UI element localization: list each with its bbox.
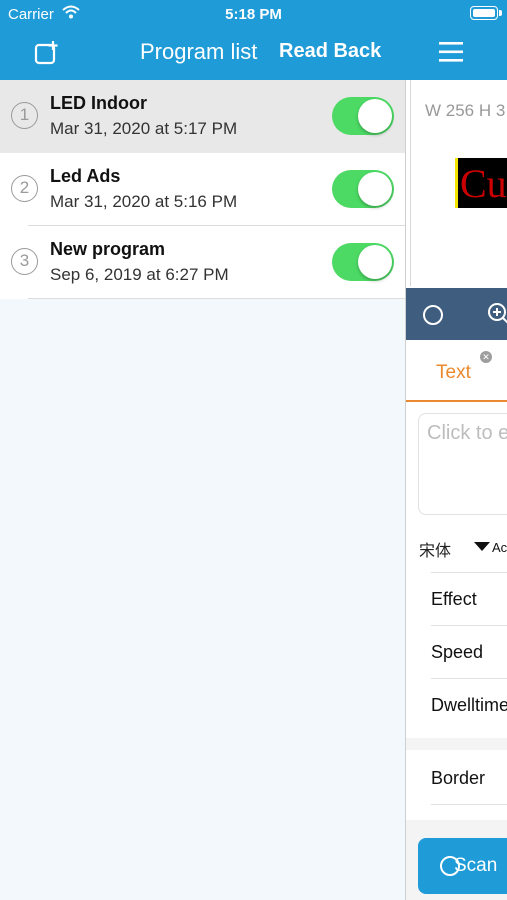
settings-group: Effect Speed Dwelltime — [406, 572, 507, 738]
program-date: Sep 6, 2019 at 6:27 PM — [50, 265, 229, 284]
program-enabled-toggle[interactable] — [332, 170, 394, 208]
tab-text[interactable]: Text — [436, 362, 471, 384]
program-row[interactable]: 1 LED Indoor Mar 31, 2020 at 5:17 PM — [0, 80, 405, 153]
setting-dwelltime[interactable]: Dwelltime — [431, 678, 507, 731]
program-name: New program — [50, 239, 166, 259]
scan-label: Scan — [454, 855, 498, 876]
battery-icon — [470, 6, 502, 20]
editor-panel: W 256 H 3 Cu Text ✕ Click to e 宋体 Ac Eff… — [405, 80, 507, 900]
program-enabled-toggle[interactable] — [332, 97, 394, 135]
program-index-badge: 2 — [11, 175, 38, 202]
chevron-down-icon[interactable] — [474, 542, 490, 551]
program-enabled-toggle[interactable] — [332, 243, 394, 281]
toggle-knob — [358, 99, 392, 133]
group-gap — [406, 738, 507, 750]
program-name: Led Ads — [50, 166, 121, 186]
program-date: Mar 31, 2020 at 5:17 PM — [50, 119, 238, 138]
add-program-icon[interactable] — [34, 40, 60, 66]
preview-text: Cu — [460, 161, 507, 206]
canvas-size-label: W 256 H 3 — [425, 101, 506, 120]
program-index-badge: 1 — [11, 102, 38, 129]
zoom-in-icon[interactable] — [486, 301, 507, 327]
font-option-select[interactable]: Ac — [492, 540, 507, 555]
font-family-select[interactable]: 宋体 — [419, 537, 451, 561]
row-divider — [28, 298, 405, 299]
setting-speed[interactable]: Speed — [431, 625, 507, 678]
program-index-badge: 3 — [11, 248, 38, 275]
close-icon[interactable]: ✕ — [480, 351, 492, 363]
program-row[interactable]: 2 Led Ads Mar 31, 2020 at 5:16 PM — [0, 153, 405, 226]
page-title: Program list — [140, 39, 258, 64]
text-content-input[interactable]: Click to e — [418, 413, 507, 515]
setting-effect[interactable]: Effect — [431, 572, 507, 625]
status-time: 5:18 PM — [225, 6, 282, 23]
divider — [410, 80, 411, 286]
toggle-knob — [358, 172, 392, 206]
read-back-button[interactable]: Read Back — [279, 40, 381, 63]
toggle-knob — [358, 245, 392, 279]
text-input-placeholder: Click to e — [427, 422, 507, 444]
program-row[interactable]: 3 New program Sep 6, 2019 at 6:27 PM — [0, 226, 405, 299]
tool-strip — [406, 288, 507, 340]
setting-border[interactable]: Border — [431, 752, 507, 805]
led-preview[interactable]: Cu — [455, 158, 507, 208]
scan-button[interactable]: Scan — [418, 838, 507, 894]
top-bar: Carrier 5:18 PM Program list Read Back — [0, 0, 507, 80]
program-name: LED Indoor — [50, 93, 147, 113]
program-list: 1 LED Indoor Mar 31, 2020 at 5:17 PM 2 L… — [0, 80, 405, 299]
circle-tool-icon[interactable] — [423, 305, 443, 325]
tab-indicator — [406, 400, 507, 402]
program-date: Mar 31, 2020 at 5:16 PM — [50, 192, 238, 211]
hamburger-menu-icon[interactable] — [438, 40, 464, 64]
